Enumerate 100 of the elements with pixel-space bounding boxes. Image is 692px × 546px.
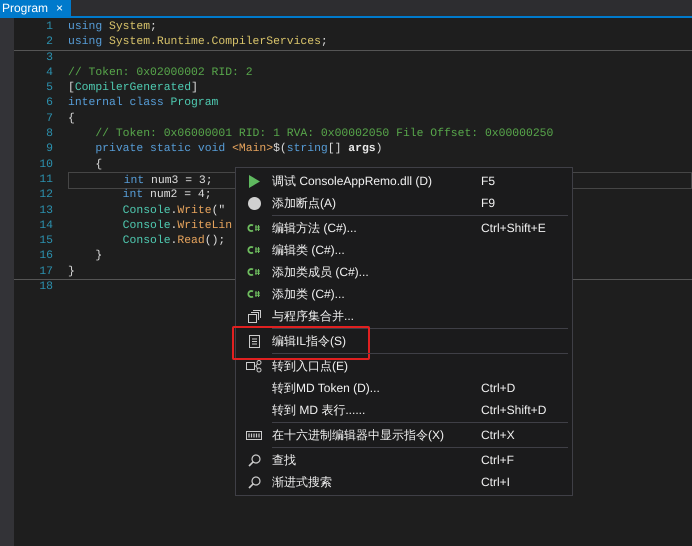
line-number: 5 (45, 81, 54, 96)
editor-tab[interactable]: Program × (0, 0, 72, 16)
line-number: 9 (45, 142, 54, 158)
menu-item[interactable]: 在十六进制编辑器中显示指令(X) Ctrl+X (236, 424, 572, 446)
code-token: args (348, 142, 376, 158)
line-number: 8 (45, 127, 54, 142)
menu-label: 添加类 (C#)... (272, 286, 346, 303)
code-token: . (170, 234, 178, 250)
menu-label: 在十六进制编辑器中显示指令(X) (272, 427, 445, 444)
search-icon (248, 476, 260, 488)
code-token: { (68, 112, 75, 127)
menu-item[interactable]: 渐进式搜索 Ctrl+I (236, 471, 572, 493)
line-number: 1 (45, 20, 54, 35)
menu-label: 调试 ConsoleAppRemo.dll (D) (272, 173, 434, 190)
code-token: System (109, 20, 150, 35)
code-token: ; (320, 35, 328, 50)
code-token: ) (376, 142, 382, 158)
code-token: CompilerGenerated (74, 81, 192, 96)
menu-label: 渐进式搜索 (272, 474, 333, 491)
code-token: using (68, 35, 104, 50)
code-token: Write (177, 204, 212, 219)
line-number: 2 (45, 35, 54, 50)
shortcut-label: Ctrl+D (481, 380, 516, 397)
code-token: num2 = 4; (149, 188, 212, 204)
code-token: string (286, 142, 328, 158)
line-number: 18 (38, 280, 54, 296)
line-number: 3 (45, 50, 54, 66)
menu-item[interactable]: 调试 ConsoleAppRemo.dll (D) F5 (236, 170, 572, 192)
code-token: num3 = 3; (150, 174, 213, 188)
code-token: } (68, 264, 75, 280)
code-token: Console (122, 218, 171, 234)
csharp-icon (247, 267, 261, 277)
line-number: 10 (38, 158, 54, 173)
play-icon (248, 174, 260, 188)
code-token: WriteLin (177, 218, 232, 234)
code-token: (); (204, 234, 226, 250)
line-number: 13 (38, 204, 54, 219)
line-number: 11 (38, 172, 54, 188)
menu-label: 编辑类 (C#)... (272, 242, 346, 259)
code-token: ] (191, 81, 198, 96)
code-token: } (94, 249, 102, 264)
menu-label: 查找 (272, 452, 297, 469)
menu-item[interactable]: 转到 MD 表行...... Ctrl+Shift+D (236, 399, 572, 421)
menu-item[interactable]: 编辑IL指令(S) (236, 330, 572, 352)
code-token: internal class (68, 96, 165, 112)
menu-item[interactable]: 添加类成员 (C#)... (236, 261, 572, 283)
code-token: using (68, 20, 104, 35)
tab-title: Program (2, 0, 48, 16)
code-token: . (170, 218, 178, 234)
menu-item[interactable]: 查找 Ctrl+F (236, 449, 572, 471)
close-icon[interactable]: × (56, 0, 64, 16)
code-token: Console (122, 204, 171, 219)
csharp-icon (247, 289, 261, 299)
code-token: int (122, 188, 144, 204)
csharp-icon (247, 223, 261, 233)
shortcut-label: Ctrl+Shift+E (481, 220, 546, 237)
code-token: $( (273, 142, 287, 158)
code-token: private static void (94, 142, 226, 158)
menu-item[interactable]: 编辑类 (C#)... (236, 239, 572, 261)
csharp-icon (247, 245, 261, 255)
menu-item[interactable]: 转到入口点(E) (236, 355, 572, 377)
line-number: 16 (38, 249, 54, 264)
code-token: Console (122, 234, 171, 250)
shortcut-label: Ctrl+I (481, 474, 510, 491)
menu-label: 编辑IL指令(S) (272, 333, 348, 350)
code-token: <Main> (232, 142, 274, 158)
code-token: (" (212, 204, 226, 219)
code-token: // Token: 0x02000002 RID: 2 (68, 66, 253, 81)
shortcut-label: F9 (481, 195, 496, 212)
code-token: Program (170, 96, 218, 112)
copy-icon (248, 310, 260, 322)
line-number: 4 (45, 66, 54, 81)
shortcut-label: Ctrl+F (481, 452, 514, 469)
menu-item[interactable]: 添加断点(A) F9 (236, 192, 572, 214)
menu-label: 添加断点(A) (272, 195, 337, 212)
menu-label: 转到MD Token (D)... (272, 380, 381, 397)
code-token: Read (177, 234, 205, 250)
line-number: 15 (38, 234, 54, 250)
document-icon (248, 334, 260, 348)
hierarchy-icon (246, 360, 262, 372)
shortcut-label: F5 (481, 173, 496, 190)
code-token: int (122, 174, 144, 188)
line-number: 12 (38, 188, 54, 204)
menu-item[interactable]: 添加类 (C#)... (236, 283, 572, 305)
menu-item[interactable]: 转到MD Token (D)... Ctrl+D (236, 377, 572, 399)
menu-label: 编辑方法 (C#)... (272, 220, 358, 237)
menu-item[interactable]: 编辑方法 (C#)... Ctrl+Shift+E (236, 217, 572, 239)
line-number: 14 (38, 218, 54, 234)
search-icon (248, 454, 260, 466)
menu-label: 转到入口点(E) (272, 358, 349, 375)
code-token: // Token: 0x06000001 RID: 1 RVA: 0x00002050 File Offset: 0x00000250 (94, 127, 554, 142)
code-token: [ (68, 81, 75, 96)
code-token: ; (150, 20, 157, 35)
menu-label: 转到 MD 表行...... (272, 402, 366, 419)
code-token: . (170, 204, 178, 219)
menu-label: 与程序集合并... (272, 308, 356, 325)
menu-item[interactable]: 与程序集合并... (236, 305, 572, 327)
menu-label: 添加类成员 (C#)... (272, 264, 370, 281)
binary-icon (246, 430, 262, 440)
shortcut-label: Ctrl+Shift+D (481, 402, 546, 419)
